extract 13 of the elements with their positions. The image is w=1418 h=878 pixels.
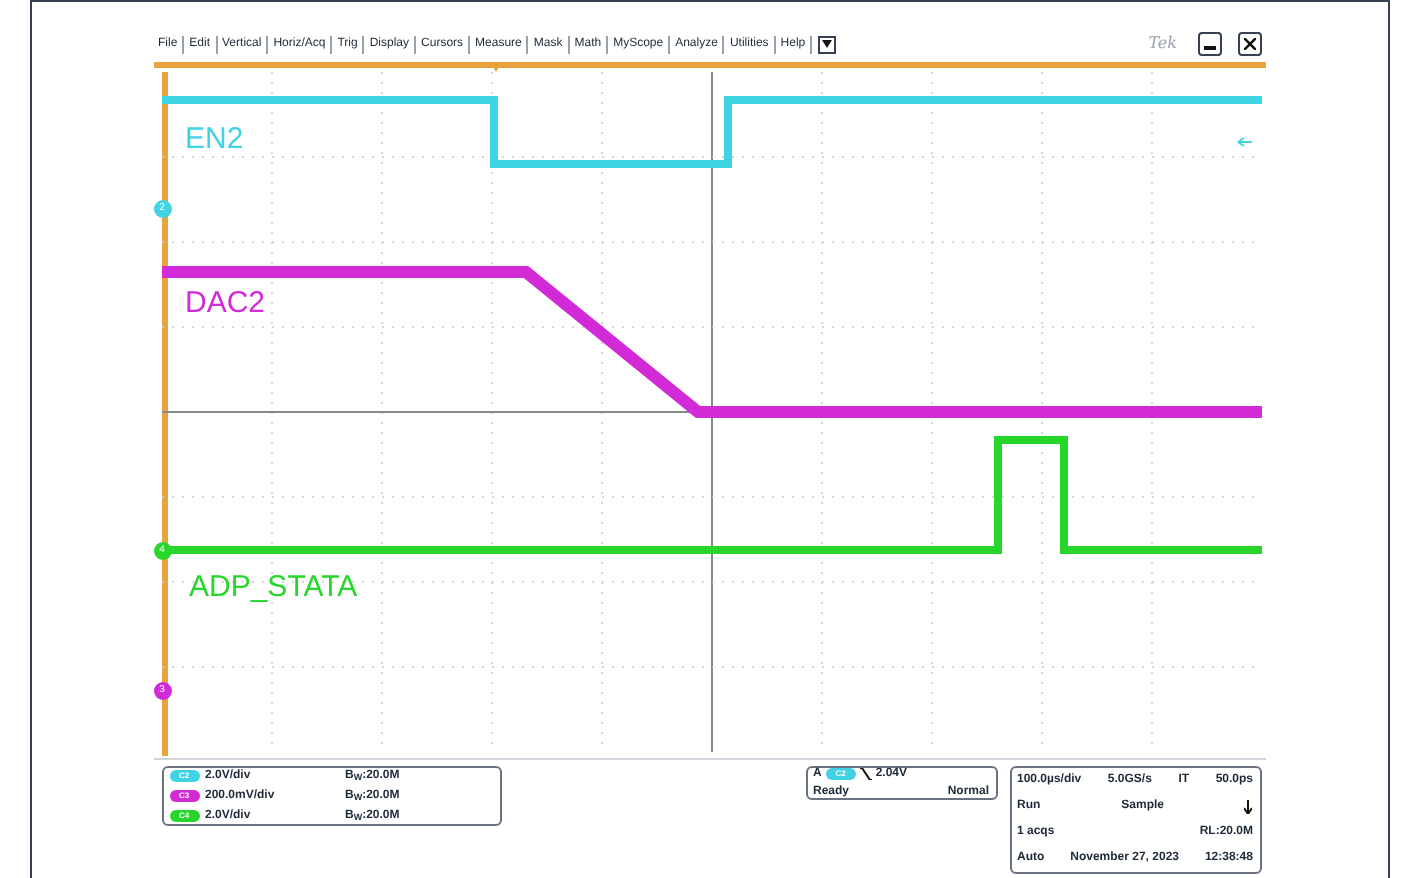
caret-icon: [822, 40, 833, 48]
minimize-button[interactable]: [1197, 32, 1221, 56]
dropdown-button[interactable]: [818, 35, 837, 53]
minimize-icon: [1203, 46, 1215, 50]
arrow-icon: [1236, 137, 1252, 147]
close-button[interactable]: [1237, 32, 1261, 56]
down-arrow-icon: [1244, 800, 1253, 814]
trace-label: DAC2: [185, 288, 266, 318]
trace-label: ADP_STATA: [189, 572, 358, 602]
trace-label: EN2: [185, 124, 244, 154]
logo: Tek: [1148, 32, 1177, 56]
falling-edge-icon: [859, 768, 872, 780]
close-icon: [1243, 38, 1255, 50]
